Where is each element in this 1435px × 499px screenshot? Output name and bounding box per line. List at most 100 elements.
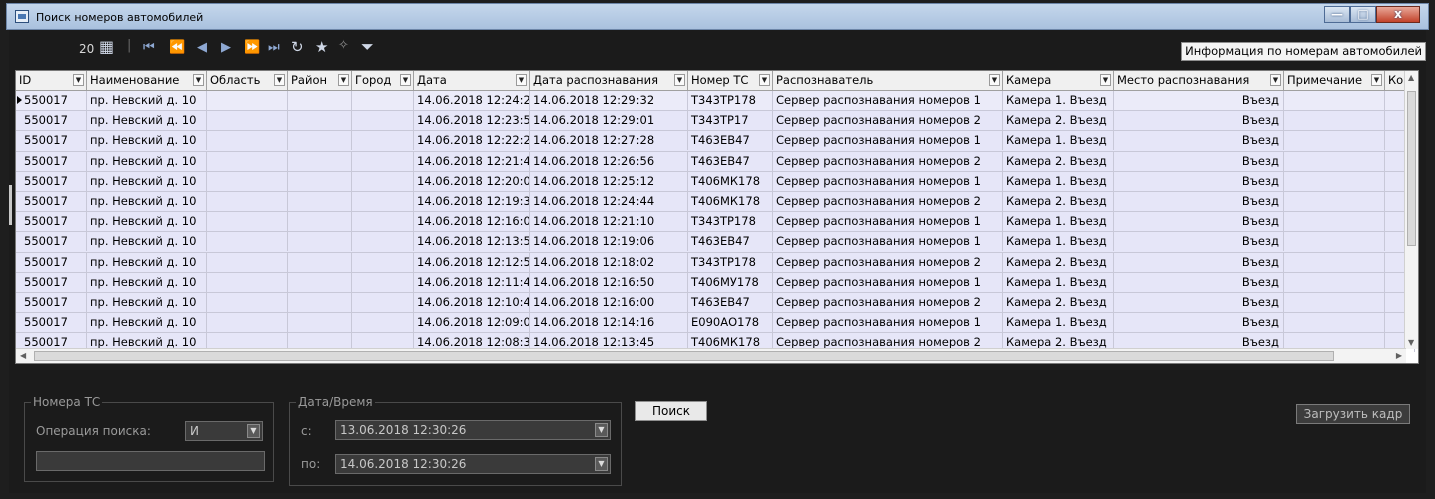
plate-number-input[interactable] (36, 451, 265, 471)
scroll-up-icon[interactable]: ▲ (1408, 73, 1414, 82)
column-header[interactable]: ID ▼ (16, 71, 87, 90)
table-cell[interactable] (352, 191, 414, 211)
table-cell[interactable]: 14.06.2018 12:11:41 (414, 272, 530, 292)
table-cell[interactable] (288, 313, 352, 333)
table-cell[interactable]: Камера 1. Въезд (1003, 171, 1114, 191)
table-cell[interactable] (1284, 252, 1385, 272)
table-cell[interactable] (288, 292, 352, 312)
table-cell[interactable] (352, 212, 414, 232)
load-frame-button[interactable]: Загрузить кадр (1296, 404, 1410, 424)
table-row[interactable]: 550017 пр. Невский д. 10 14.06.2018 12:09:… (16, 313, 1415, 334)
table-cell[interactable]: пр. Невский д. 10 (87, 292, 207, 312)
scroll-right-icon[interactable]: ▶ (1396, 351, 1402, 360)
table-cell[interactable] (288, 151, 352, 171)
vertical-scroll-thumb[interactable] (1407, 91, 1416, 246)
table-cell[interactable]: Т463ЕВ47 (688, 292, 773, 312)
table-cell[interactable] (1284, 111, 1385, 131)
table-cell[interactable]: 550017 (16, 171, 87, 191)
table-cell[interactable]: 14.06.2018 12:24:44 (530, 191, 688, 211)
table-cell[interactable] (207, 191, 288, 211)
table-cell[interactable] (1284, 91, 1385, 110)
grid-icon[interactable]: ▦ (99, 37, 114, 56)
table-cell[interactable]: Камера 1. Въезд (1003, 313, 1114, 333)
table-cell[interactable]: Въезд (1114, 252, 1284, 272)
minimize-button[interactable]: — (1324, 6, 1350, 23)
table-cell[interactable]: Сервер распознавания номеров 1 (773, 232, 1003, 252)
table-cell[interactable]: 550017 (16, 111, 87, 131)
table-cell[interactable]: Въезд (1114, 191, 1284, 211)
table-cell[interactable]: Въезд (1114, 212, 1284, 232)
table-cell[interactable]: Т463ЕВ47 (688, 151, 773, 171)
column-header[interactable]: Примечание ▼ (1284, 71, 1385, 90)
filter-icon[interactable]: ⏷ (361, 37, 374, 57)
table-cell[interactable]: Сервер распознавания номеров 1 (773, 272, 1003, 292)
table-cell[interactable]: Камера 1. Въезд (1003, 131, 1114, 151)
column-filter-icon[interactable]: ▼ (338, 74, 349, 86)
column-header[interactable]: Город ▼ (352, 71, 414, 90)
table-cell[interactable] (288, 252, 352, 272)
table-cell[interactable] (288, 131, 352, 151)
table-cell[interactable]: пр. Невский д. 10 (87, 252, 207, 272)
table-cell[interactable]: Камера 1. Въезд (1003, 232, 1114, 252)
table-cell[interactable]: Сервер распознавания номеров 1 (773, 171, 1003, 191)
table-cell[interactable]: пр. Невский д. 10 (87, 171, 207, 191)
table-cell[interactable]: 550017 (16, 91, 87, 110)
table-cell[interactable]: Камера 1. Въезд (1003, 91, 1114, 110)
next-page-icon[interactable]: ⏩ (244, 40, 260, 55)
table-cell[interactable]: 14.06.2018 12:24:24 (414, 91, 530, 110)
table-cell[interactable]: 550017 (16, 272, 87, 292)
search-button[interactable]: Поиск (635, 401, 707, 421)
column-filter-icon[interactable]: ▼ (516, 74, 527, 86)
to-datetime-select[interactable]: 14.06.2018 12:30:26 ▼ (335, 454, 611, 474)
table-cell[interactable] (352, 111, 414, 131)
table-cell[interactable]: 550017 (16, 313, 87, 333)
table-cell[interactable]: Сервер распознавания номеров 1 (773, 313, 1003, 333)
column-header[interactable]: Область ▼ (207, 71, 288, 90)
table-cell[interactable] (288, 91, 352, 110)
column-header[interactable]: Дата ▼ (414, 71, 530, 90)
column-header[interactable]: Наименование ▼ (87, 71, 207, 90)
table-cell[interactable]: 14.06.2018 12:19:33 (414, 191, 530, 211)
scroll-down-icon[interactable]: ▼ (1408, 338, 1414, 347)
table-cell[interactable] (1284, 292, 1385, 312)
table-cell[interactable]: пр. Невский д. 10 (87, 131, 207, 151)
chevron-down-icon[interactable]: ▼ (595, 423, 608, 437)
table-cell[interactable]: 14.06.2018 12:22:21 (414, 131, 530, 151)
table-cell[interactable]: Камера 1. Въезд (1003, 212, 1114, 232)
table-row[interactable]: 550017 пр. Невский д. 10 14.06.2018 12:22:… (16, 131, 1415, 152)
table-cell[interactable] (288, 232, 352, 252)
column-filter-icon[interactable]: ▼ (1371, 74, 1382, 86)
table-row[interactable]: 550017 пр. Невский д. 10 14.06.2018 12:20:… (16, 171, 1415, 192)
table-cell[interactable]: 14.06.2018 12:10:48 (414, 292, 530, 312)
column-header[interactable]: Номер ТС ▼ (688, 71, 773, 90)
column-filter-icon[interactable]: ▼ (1100, 74, 1111, 86)
table-cell[interactable]: Въезд (1114, 171, 1284, 191)
star-remove-icon[interactable]: ✧ (338, 38, 349, 53)
chevron-down-icon[interactable]: ▼ (247, 424, 260, 438)
title-bar[interactable]: Поиск номеров автомобилей — □ x (6, 3, 1429, 30)
close-button[interactable]: x (1376, 6, 1420, 23)
table-cell[interactable]: пр. Невский д. 10 (87, 212, 207, 232)
table-cell[interactable]: Камера 2. Въезд (1003, 111, 1114, 131)
table-cell[interactable]: 14.06.2018 12:29:01 (530, 111, 688, 131)
table-cell[interactable]: 14.06.2018 12:19:06 (530, 232, 688, 252)
table-cell[interactable]: 550017 (16, 292, 87, 312)
table-cell[interactable] (352, 313, 414, 333)
table-cell[interactable] (288, 212, 352, 232)
table-cell[interactable]: 14.06.2018 12:12:54 (414, 252, 530, 272)
column-filter-icon[interactable]: ▼ (989, 74, 1000, 86)
table-cell[interactable]: Сервер распознавания номеров 1 (773, 91, 1003, 110)
table-cell[interactable]: 14.06.2018 12:27:28 (530, 131, 688, 151)
table-cell[interactable]: Т343ТР178 (688, 252, 773, 272)
table-cell[interactable]: Въезд (1114, 292, 1284, 312)
table-cell[interactable]: Камера 1. Въезд (1003, 272, 1114, 292)
table-cell[interactable] (288, 111, 352, 131)
table-cell[interactable] (352, 171, 414, 191)
table-cell[interactable]: 550017 (16, 252, 87, 272)
table-cell[interactable]: 14.06.2018 12:09:08 (414, 313, 530, 333)
table-cell[interactable]: Въезд (1114, 232, 1284, 252)
table-cell[interactable] (1284, 313, 1385, 333)
table-cell[interactable] (352, 91, 414, 110)
prev-icon[interactable]: ◀ (197, 40, 207, 55)
table-cell[interactable] (207, 212, 288, 232)
